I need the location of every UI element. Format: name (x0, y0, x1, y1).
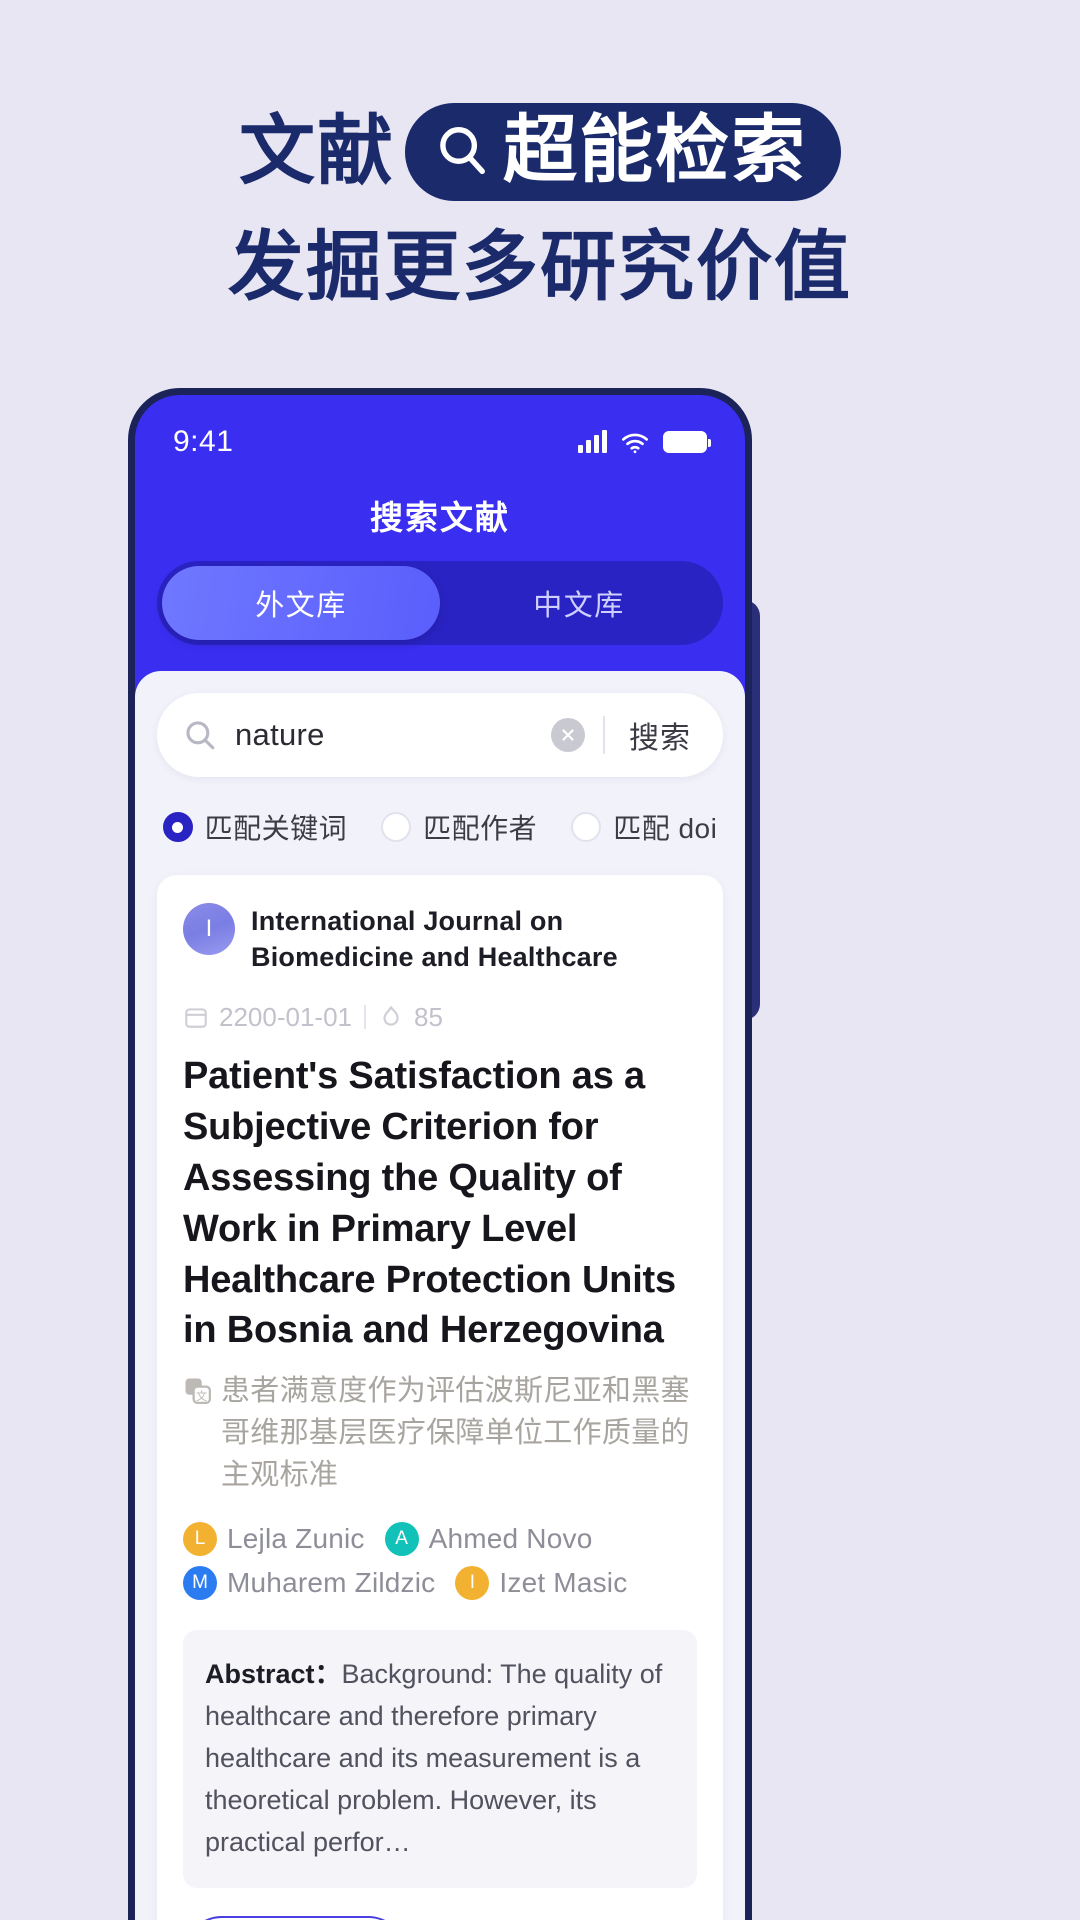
journal-name: International Journal on Biomedicine and… (251, 906, 618, 973)
author-item[interactable]: I Izet Masic (455, 1566, 628, 1601)
calendar-icon (183, 1004, 209, 1030)
headline-pill-text: 超能检索 (503, 108, 807, 191)
tabs-container: 外文库 中文库 (135, 561, 745, 671)
search-bar[interactable]: nature 搜索 (157, 693, 723, 777)
flame-icon (378, 1004, 404, 1030)
radio-match-doi[interactable]: 匹配 doi (571, 807, 717, 847)
author-list: L Lejla Zunic A Ahmed Novo M Muharem Zil… (183, 1522, 697, 1601)
radio-match-keyword[interactable]: 匹配关键词 (162, 807, 348, 847)
author-item[interactable]: L Lejla Zunic (183, 1522, 365, 1557)
search-button[interactable]: 搜索 (605, 713, 713, 757)
headline-plain-text: 文献 (239, 109, 395, 194)
meta-row: 2200-01-01 85 (183, 1002, 697, 1033)
wifi-icon (621, 431, 649, 454)
phone-mockup: 9:41 搜索文献 外文库 中文库 nature 搜索 匹配关键词 匹配作者 匹… (128, 388, 752, 1920)
author-item[interactable]: M Muharem Zildzic (183, 1566, 436, 1601)
radio-label: 匹配关键词 (204, 813, 348, 844)
journal-row: I International Journal on Biomedicine a… (183, 903, 697, 976)
radio-label: 匹配 doi (613, 813, 718, 844)
author-name: Muharem Zildzic (227, 1567, 436, 1599)
abstract-block: Abstract：Background: The quality of heal… (183, 1630, 697, 1888)
publish-date-text: 2200-01-01 (219, 1001, 352, 1032)
svg-text:文: 文 (196, 1389, 208, 1403)
tab-foreign-library[interactable]: 外文库 (162, 566, 440, 640)
avatar: L (183, 1522, 217, 1557)
content-sheet: nature 搜索 匹配关键词 匹配作者 匹配 doi I Internatio… (135, 671, 745, 1920)
paper-translation: 文 患者满意度作为评估波斯尼亚和黑塞哥维那基层医疗保障单位工作质量的主观标准 (183, 1370, 697, 1496)
add-to-library-button[interactable]: + 加入文库 (183, 1915, 407, 1920)
clear-icon[interactable] (551, 718, 585, 752)
headline-line-2: 发掘更多研究价值 (228, 225, 852, 310)
author-name: Izet Masic (499, 1567, 628, 1599)
battery-full-icon (663, 431, 711, 453)
author-item[interactable]: A Ahmed Novo (384, 1522, 593, 1557)
radio-label: 匹配作者 (423, 813, 538, 844)
headline-pill: 超能检索 (405, 103, 841, 201)
status-bar: 9:41 (135, 395, 745, 473)
translate-icon: 文 (183, 1376, 213, 1406)
status-time: 9:41 (173, 425, 234, 458)
promo-page: 文献 超能检索 发掘更多研究价值 9:41 搜索文献 外文库 中文库 natur… (0, 0, 1080, 1920)
meta-divider (364, 1005, 366, 1030)
radio-icon (571, 812, 602, 842)
match-options: 匹配关键词 匹配作者 匹配 doi (157, 777, 723, 875)
journal-avatar: I (183, 903, 235, 955)
hot-count: 85 (378, 1002, 443, 1033)
publish-date: 2200-01-01 (183, 1002, 352, 1033)
translation-text: 患者满意度作为评估波斯尼亚和黑塞哥维那基层医疗保障单位工作质量的主观标准 (221, 1375, 690, 1492)
search-icon (435, 123, 489, 177)
promo-headline: 文献 超能检索 发掘更多研究价值 (0, 100, 1080, 316)
radio-icon (381, 812, 412, 842)
cellular-signal-icon (578, 430, 607, 453)
author-name: Ahmed Novo (428, 1523, 593, 1555)
radio-match-author[interactable]: 匹配作者 (381, 807, 537, 847)
library-tabs: 外文库 中文库 (157, 561, 723, 645)
abstract-label: Abstract： (205, 1659, 342, 1690)
status-icons (578, 430, 711, 454)
radio-icon (162, 812, 193, 842)
paper-title: Patient's Satisfaction as a Subjective C… (183, 1054, 676, 1352)
app-header: 搜索文献 (135, 473, 745, 561)
author-name: Lejla Zunic (227, 1523, 365, 1555)
avatar: I (455, 1566, 490, 1601)
search-input[interactable]: nature (235, 717, 551, 753)
hot-count-text: 85 (414, 1001, 443, 1032)
avatar: A (384, 1522, 419, 1557)
headline-line-1: 文献 超能检索 (0, 100, 1080, 204)
avatar: M (183, 1566, 217, 1601)
result-card[interactable]: I International Journal on Biomedicine a… (157, 875, 723, 1920)
tab-chinese-library[interactable]: 中文库 (440, 566, 718, 640)
search-icon (183, 718, 217, 752)
page-title: 搜索文献 (370, 499, 510, 536)
